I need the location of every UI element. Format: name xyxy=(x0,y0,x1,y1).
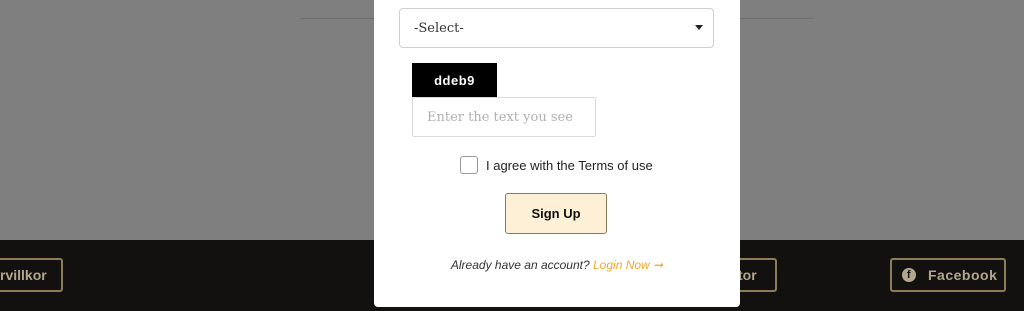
signup-modal: -Select- ddeb9 I agree with the Terms of… xyxy=(374,0,740,307)
terms-checkbox[interactable] xyxy=(460,156,478,174)
captcha-code: ddeb9 xyxy=(434,72,475,88)
captcha-input[interactable] xyxy=(412,97,596,137)
footer-terms-button[interactable]: rvillkor xyxy=(0,258,63,292)
arrow-right-icon: ➞ xyxy=(653,258,664,272)
facebook-icon: f xyxy=(902,268,916,282)
footer-terms-label: rvillkor xyxy=(0,267,47,283)
signup-button[interactable]: Sign Up xyxy=(505,193,607,234)
login-link[interactable]: Login Now ➞ xyxy=(593,258,663,272)
facebook-button[interactable]: f Facebook xyxy=(890,258,1006,292)
facebook-label: Facebook xyxy=(928,267,998,283)
captcha-image: ddeb9 xyxy=(412,63,497,97)
login-row: Already have an account? Login Now ➞ xyxy=(374,258,740,272)
select-dropdown[interactable]: -Select- xyxy=(399,8,714,48)
select-value: -Select- xyxy=(414,20,464,36)
footer-link-label: tor xyxy=(738,267,757,283)
signup-label: Sign Up xyxy=(531,206,581,221)
terms-label: I agree with the Terms of use xyxy=(486,157,653,173)
login-prompt: Already have an account? xyxy=(450,258,590,272)
caret-down-icon xyxy=(695,25,703,30)
terms-row: I agree with the Terms of use xyxy=(460,155,653,175)
login-link-label: Login Now xyxy=(593,258,650,272)
